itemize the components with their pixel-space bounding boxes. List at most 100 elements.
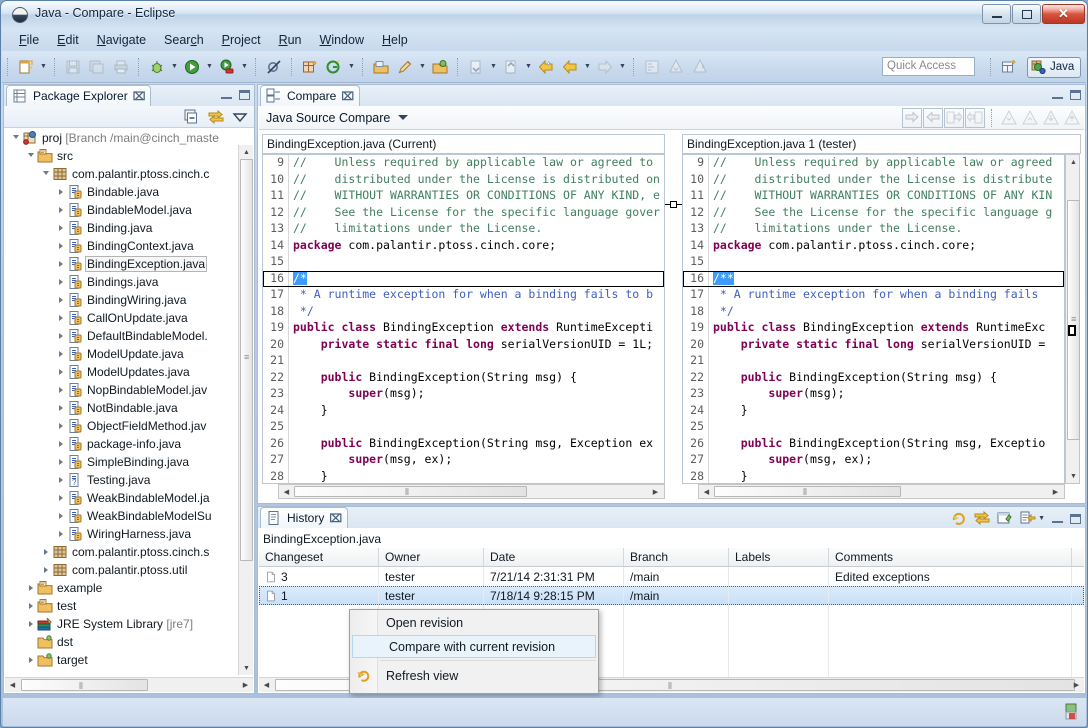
tree-item[interactable]: JRE System Library [jre7]	[5, 615, 253, 633]
twisty-collapsed-icon[interactable]	[54, 489, 67, 507]
next-annotation-button[interactable]	[500, 56, 522, 78]
tree-item[interactable]: WiringHarness.java	[5, 525, 253, 543]
quick-access-input[interactable]: Quick Access	[882, 57, 975, 76]
open-task-dropdown[interactable]: ▼	[417, 56, 428, 78]
twisty-collapsed-icon[interactable]	[24, 651, 37, 669]
scroll-left-button[interactable]: ◀	[6, 678, 19, 692]
twisty-collapsed-icon[interactable]	[24, 615, 37, 633]
pin-editor-button[interactable]	[665, 56, 687, 78]
new-annotation-button[interactable]	[323, 56, 345, 78]
previous-change-button[interactable]	[1020, 108, 1040, 128]
tree-item[interactable]: BindingWiring.java	[5, 291, 253, 309]
menu-navigate[interactable]: Navigate	[88, 31, 155, 49]
new-file-button[interactable]	[15, 56, 37, 78]
column-header[interactable]: Branch	[624, 548, 729, 566]
twisty-collapsed-icon[interactable]	[54, 345, 67, 363]
tree-hscroll-thumb[interactable]: ⦀	[21, 679, 148, 691]
column-header[interactable]: Changeset	[259, 548, 379, 566]
close-icon[interactable]: ⌧	[329, 512, 342, 525]
right-scroll-right[interactable]: ▶	[1049, 485, 1062, 498]
twisty-collapsed-icon[interactable]	[24, 633, 37, 651]
twisty-collapsed-icon[interactable]	[54, 255, 67, 273]
new-java-project-button[interactable]	[299, 56, 321, 78]
back-button[interactable]	[535, 56, 557, 78]
tab-history[interactable]: History ⌧	[260, 507, 349, 528]
tab-package-explorer[interactable]: Package Explorer ⌧	[6, 85, 152, 106]
open-type-button[interactable]	[370, 56, 392, 78]
close-button[interactable]: ✕	[1042, 4, 1085, 24]
twisty-collapsed-icon[interactable]	[54, 309, 67, 327]
twisty-expanded-icon[interactable]	[39, 165, 52, 183]
tree-item[interactable]: com.palantir.ptoss.cinch.s	[5, 543, 253, 561]
twisty-collapsed-icon[interactable]	[39, 561, 52, 579]
right-vscroll-thumb[interactable]: ≡	[1067, 200, 1080, 440]
diff-toggle-box[interactable]	[670, 201, 677, 208]
scroll-right-button[interactable]: ▶	[239, 678, 252, 692]
left-scroll-right[interactable]: ▶	[649, 485, 662, 498]
menu-edit[interactable]: Edit	[48, 31, 88, 49]
tab-compare[interactable]: Compare ⌧	[260, 85, 361, 106]
tree-item[interactable]: Binding.java	[5, 219, 253, 237]
tree-item[interactable]: Bindings.java	[5, 273, 253, 291]
twisty-collapsed-icon[interactable]	[54, 219, 67, 237]
back-dropdown[interactable]: ▼	[582, 56, 593, 78]
forward-button[interactable]	[594, 56, 616, 78]
tree-item[interactable]: package-info.java	[5, 435, 253, 453]
tree-item[interactable]: SimpleBinding.java	[5, 453, 253, 471]
tree-item[interactable]: WeakBindableModelSu	[5, 507, 253, 525]
tree-item[interactable]: BindingContext.java	[5, 237, 253, 255]
print-button[interactable]	[110, 56, 132, 78]
twisty-collapsed-icon[interactable]	[54, 237, 67, 255]
copy-all-right-to-left-button[interactable]	[965, 108, 985, 128]
tree-item[interactable]: ModelUpdate.java	[5, 345, 253, 363]
tree-item[interactable]: NopBindableModel.jav	[5, 381, 253, 399]
twisty-collapsed-icon[interactable]	[54, 399, 67, 417]
ctx-refresh-view[interactable]: Refresh view	[350, 663, 598, 688]
perspective-java-button[interactable]: Java	[1027, 56, 1082, 78]
open-task-button[interactable]	[394, 56, 416, 78]
twisty-collapsed-icon[interactable]	[54, 201, 67, 219]
menu-file[interactable]: File	[10, 31, 48, 49]
twisty-collapsed-icon[interactable]	[54, 507, 67, 525]
ctx-open-revision[interactable]: Open revision	[350, 610, 598, 635]
minimize-view-button[interactable]	[1052, 514, 1063, 523]
prev-annotation-button[interactable]	[465, 56, 487, 78]
close-icon[interactable]: ⌧	[133, 90, 146, 103]
tree-item[interactable]: ModelUpdates.java	[5, 363, 253, 381]
maximize-view-button[interactable]	[1070, 88, 1081, 100]
skip-breakpoints-button[interactable]	[263, 56, 285, 78]
right-hscroll-thumb[interactable]: ⦀	[714, 486, 901, 497]
collapse-all-button[interactable]	[184, 109, 200, 125]
heap-status-indicator[interactable]	[1064, 703, 1080, 724]
tree-item[interactable]: BindableModel.java	[5, 201, 253, 219]
save-button[interactable]	[62, 56, 84, 78]
column-header[interactable]: Owner	[379, 548, 484, 566]
tree-item[interactable]: NotBindable.java	[5, 399, 253, 417]
twisty-collapsed-icon[interactable]	[54, 381, 67, 399]
tree-hscrollbar[interactable]: ◀ ⦀ ▶	[5, 677, 253, 692]
twisty-collapsed-icon[interactable]	[24, 597, 37, 615]
tree-item[interactable]: src	[5, 147, 253, 165]
prev-annotation-dropdown[interactable]: ▼	[488, 56, 499, 78]
twisty-collapsed-icon[interactable]	[54, 291, 67, 309]
forward-dropdown[interactable]: ▼	[617, 56, 628, 78]
run-dropdown[interactable]: ▼	[204, 56, 215, 78]
tree-item[interactable]: BindingException.java	[5, 255, 253, 273]
left-hscroll-thumb[interactable]: ⦀	[294, 486, 527, 497]
search-folder-button[interactable]	[429, 56, 451, 78]
left-scroll-left[interactable]: ◀	[280, 485, 293, 498]
tree-item[interactable]: target	[5, 651, 253, 669]
maximize-view-button[interactable]	[239, 88, 250, 100]
next-annotation-dropdown[interactable]: ▼	[523, 56, 534, 78]
twisty-collapsed-icon[interactable]	[54, 363, 67, 381]
context-menu[interactable]: Open revision Compare with current revis…	[349, 609, 599, 694]
twisty-collapsed-icon[interactable]	[54, 435, 67, 453]
tree-item[interactable]: proj [Branch /main@cinch_maste	[5, 129, 253, 147]
twisty-collapsed-icon[interactable]	[54, 183, 67, 201]
new-annotation-dropdown[interactable]: ▼	[346, 56, 357, 78]
tree-item[interactable]: ? Testing.java	[5, 471, 253, 489]
twisty-collapsed-icon[interactable]	[54, 417, 67, 435]
maximize-view-button[interactable]	[1070, 512, 1081, 524]
twisty-expanded-icon[interactable]	[24, 147, 37, 165]
debug-button[interactable]	[146, 56, 168, 78]
